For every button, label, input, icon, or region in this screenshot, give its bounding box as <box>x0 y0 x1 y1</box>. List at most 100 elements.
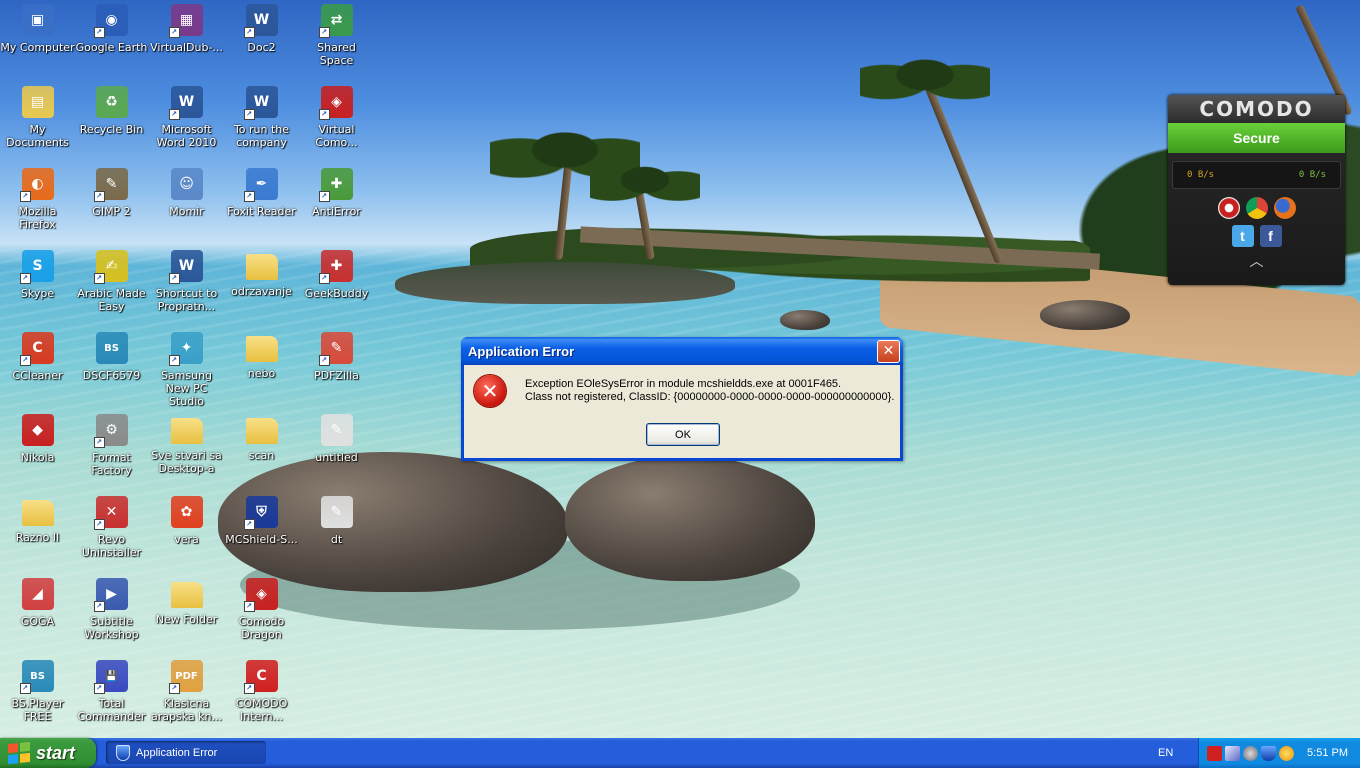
clock[interactable]: 5:51 PM <box>1307 747 1348 759</box>
comodo-dragon-icon[interactable] <box>1217 197 1240 219</box>
pdfzilla-icon: ✎ ↗ <box>318 332 353 366</box>
desktop-icon[interactable]: ▣ My Computer <box>0 0 75 54</box>
desktop-icon[interactable]: ✎ dt <box>299 492 374 546</box>
error-message-line-2: Class not registered, ClassID: {00000000… <box>525 391 895 403</box>
desktop-icon[interactable]: ✎ ↗ PDFZilla <box>299 328 374 382</box>
desktop-icon-label: Momir <box>169 205 204 218</box>
desktop-icon[interactable]: Sve stvari sa Desktop-a <box>149 410 224 475</box>
desktop-icon-label: scan <box>248 449 275 462</box>
desktop-icon[interactable]: odrzavanje <box>224 246 299 298</box>
comodo-widget[interactable]: COMODO Secure 0 B/s 0 B/s t f ︿ <box>1168 95 1345 285</box>
shortcut-arrow-icon: ↗ <box>243 683 255 694</box>
desktop-icon[interactable]: ⛨ ↗ MCShield-S... <box>224 492 299 546</box>
desktop-icon-label: nebo <box>247 367 276 380</box>
desktop-icon[interactable]: ◉ ↗ Google Earth <box>74 0 149 54</box>
desktop-icon[interactable]: ▦ ↗ VirtualDub-... <box>149 0 224 54</box>
error-icon: ✕ <box>474 375 506 407</box>
desktop-icon-label: untitled <box>315 451 358 464</box>
desktop-icon-label: Google Earth <box>75 41 148 54</box>
desktop-icon-label: Shared Space <box>317 41 356 67</box>
desktop-icon-label: My Computer <box>0 41 75 54</box>
ok-button[interactable]: OK <box>646 423 720 446</box>
shortcut-arrow-icon: ↗ <box>93 683 105 694</box>
desktop-icon[interactable]: BS ↗ BS.Player FREE <box>0 656 75 723</box>
application-error-dialog: Application Error ✕ ✕ Exception EOleSysE… <box>461 337 903 461</box>
wallpaper-rock <box>780 310 830 330</box>
recycle-bin-icon: ♻ <box>95 86 128 118</box>
facebook-icon[interactable]: f <box>1259 225 1282 247</box>
desktop-icon[interactable]: ◢ GOGA <box>0 574 75 628</box>
desktop-icon[interactable]: ✒ ↗ Foxit Reader <box>224 164 299 218</box>
close-button[interactable]: ✕ <box>877 339 900 363</box>
desktop-icon[interactable]: S ↗ Skype <box>0 246 75 300</box>
desktop-icon[interactable]: ◈ ↗ Virtual Como... <box>299 82 374 149</box>
chrome-icon[interactable] <box>1245 197 1268 219</box>
desktop-icon-label: Subtitle Workshop <box>84 615 139 641</box>
desktop-icon[interactable]: ◈ ↗ Comodo Dragon <box>224 574 299 641</box>
flower-image-icon: ✿ <box>170 496 203 528</box>
shortcut-arrow-icon: ↗ <box>318 191 330 202</box>
desktop-icon[interactable]: ☺ Momir <box>149 164 224 218</box>
shortcut-arrow-icon: ↗ <box>19 355 31 366</box>
folder-icon <box>245 418 278 444</box>
desktop-icon[interactable]: ✎ untitled <box>299 410 374 464</box>
desktop-icon[interactable]: ✚ ↗ AntiError <box>299 164 374 218</box>
comodo-internet-security-icon: C ↗ <box>243 660 278 694</box>
desktop-icon[interactable]: ✎ ↗ GIMP 2 <box>74 164 149 218</box>
desktop-icon[interactable]: New Folder <box>149 574 224 626</box>
desktop-icon[interactable]: ⇄ ↗ Shared Space <box>299 0 374 67</box>
taskbar-button-application-error[interactable]: Application Error <box>106 741 266 764</box>
skype-icon: S ↗ <box>19 250 54 284</box>
folder-icon <box>170 582 203 608</box>
desktop-icon-label: Shortcut to Propratn... <box>155 287 218 313</box>
desktop-icon[interactable]: ◆ Nikola <box>0 410 75 464</box>
desktop-icon-label: Razno II <box>15 531 60 544</box>
wallpaper-island <box>395 262 735 304</box>
desktop-icon[interactable]: C ↗ CCleaner <box>0 328 75 382</box>
desktop-icon[interactable]: ✕ ↗ Revo Uninstaller <box>74 492 149 559</box>
language-indicator[interactable]: EN <box>1158 747 1173 759</box>
desktop-icon[interactable]: ◐ ↗ Mozilla Firefox <box>0 164 75 231</box>
desktop-icon[interactable]: W ↗ To run the company <box>224 82 299 149</box>
desktop-icon[interactable]: nebo <box>224 328 299 380</box>
desktop-icon-label: Format Factory <box>91 451 132 477</box>
start-button[interactable]: start <box>0 738 96 768</box>
desktop-icon-label: Comodo Dragon <box>238 615 285 641</box>
wallpaper-palm-leaves <box>860 40 990 110</box>
comodo-tray-icon[interactable] <box>1207 745 1222 761</box>
system-tray: 5:51 PM <box>1198 738 1360 768</box>
desktop-icon-label: DSCF6579 <box>82 369 141 382</box>
desktop-icon[interactable]: W ↗ Microsoft Word 2010 <box>149 82 224 149</box>
desktop-icon[interactable]: ♻ Recycle Bin <box>74 82 149 136</box>
subtitle-workshop-icon: ▶ ↗ <box>93 578 128 612</box>
desktop-icon[interactable]: 💾 ↗ Total Commander <box>74 656 149 723</box>
desktop-icon[interactable]: BS DSCF6579 <box>74 328 149 382</box>
dialog-titlebar[interactable]: Application Error ✕ <box>461 337 903 365</box>
twitter-icon[interactable]: t <box>1231 225 1254 247</box>
settings-tray-icon[interactable] <box>1243 745 1258 761</box>
desktop-icon[interactable]: PDF ↗ Klasicna arapska kn... <box>149 656 224 723</box>
desktop-icon[interactable]: ✚ ↗ GeekBuddy <box>299 246 374 300</box>
desktop-icon[interactable]: ✍ ↗ Arabic Made Easy <box>74 246 149 313</box>
desktop-icon[interactable]: Razno II <box>0 492 75 544</box>
desktop-icon[interactable]: W ↗ Doc2 <box>224 0 299 54</box>
desktop-icon[interactable]: ▤ My Documents <box>0 82 75 149</box>
desktop-icon-label: odrzavanje <box>231 285 292 298</box>
collapse-chevron-icon[interactable]: ︿ <box>1168 251 1345 271</box>
bsplayer-file-icon: BS <box>95 332 128 364</box>
antierror-icon: ✚ ↗ <box>318 168 353 202</box>
firefox-icon[interactable] <box>1273 197 1296 219</box>
desktop-icon[interactable]: ⚙ ↗ Format Factory <box>74 410 149 477</box>
network-tray-icon[interactable] <box>1225 745 1240 761</box>
comodo-status-button[interactable]: Secure <box>1168 123 1345 153</box>
error-message-line-1: Exception EOleSysError in module mcshiel… <box>525 378 842 390</box>
desktop-icon[interactable]: W ↗ Shortcut to Propratn... <box>149 246 224 313</box>
desktop-icon[interactable]: scan <box>224 410 299 462</box>
update-tray-icon[interactable] <box>1279 745 1294 761</box>
shield-tray-icon[interactable] <box>1261 745 1276 761</box>
desktop-icon[interactable]: C ↗ COMODO Intern... <box>224 656 299 723</box>
desktop-icon[interactable]: ▶ ↗ Subtitle Workshop <box>74 574 149 641</box>
total-commander-icon: 💾 ↗ <box>93 660 128 694</box>
desktop-icon[interactable]: ✦ ↗ Samsung New PC Studio <box>149 328 224 408</box>
desktop-icon[interactable]: ✿ vera <box>149 492 224 546</box>
